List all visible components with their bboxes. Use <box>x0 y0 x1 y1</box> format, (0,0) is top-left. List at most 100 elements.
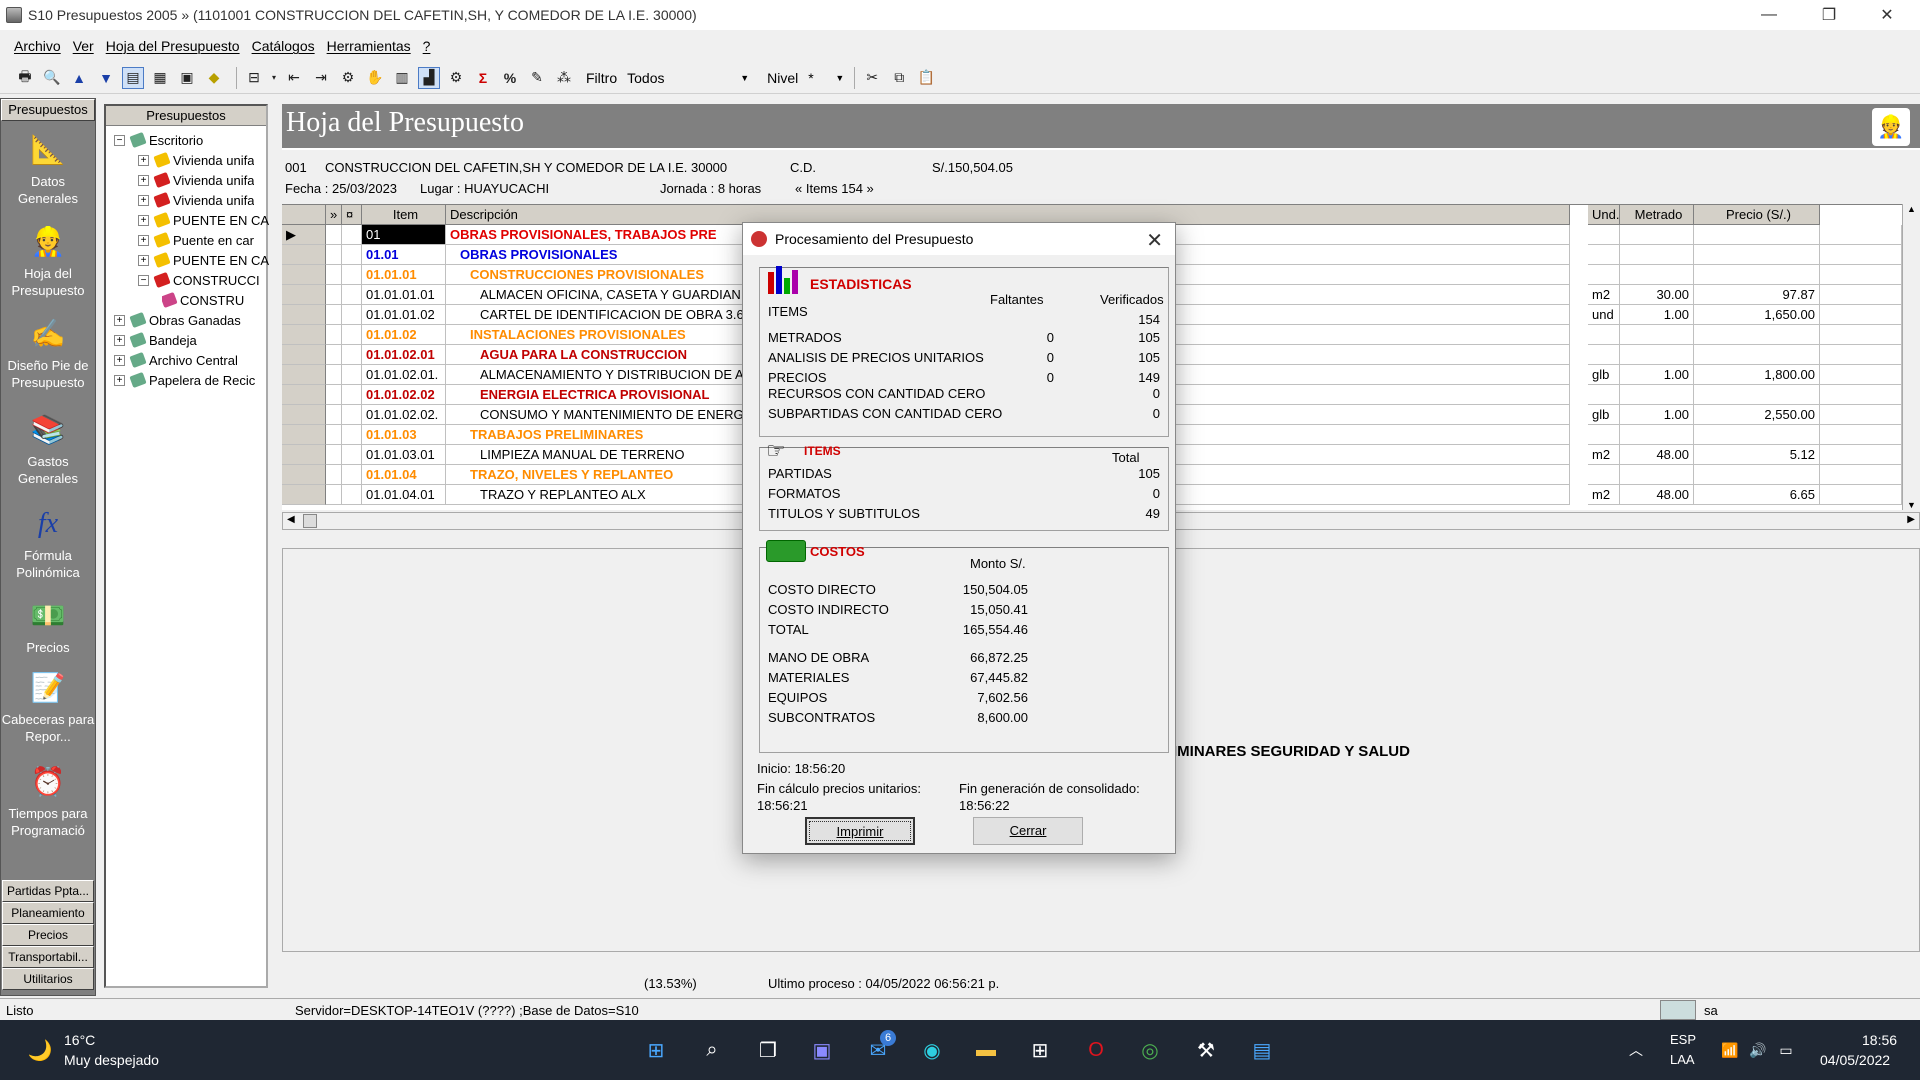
scroll-right-icon[interactable]: ▶ <box>1907 514 1915 525</box>
edge-icon[interactable]: ◉ <box>916 1034 948 1066</box>
row-und-cell[interactable] <box>1588 225 1620 245</box>
row-flag-cell[interactable] <box>342 385 362 405</box>
expand-icon[interactable]: + <box>138 234 149 246</box>
expand-icon[interactable]: + <box>114 314 125 326</box>
row-und-cell[interactable] <box>1588 325 1620 345</box>
row-precio-cell[interactable]: 97.87 <box>1694 285 1820 305</box>
tree-item[interactable]: − Escritorio <box>114 130 203 150</box>
row-item-cell[interactable]: 01.01.01.01 <box>362 285 446 305</box>
row-extra-cell[interactable] <box>1820 425 1902 445</box>
chevron-up-icon[interactable]: ︿ <box>1620 1034 1652 1066</box>
row-precio-cell[interactable] <box>1694 225 1820 245</box>
print-icon[interactable]: 🖶 <box>14 67 36 89</box>
row-extra-cell[interactable] <box>1820 485 1902 505</box>
row-extra-cell[interactable] <box>1820 405 1902 425</box>
row-precio-cell[interactable] <box>1694 385 1820 405</box>
nav-button-precios[interactable]: Precios <box>2 924 94 946</box>
row-selector[interactable] <box>282 285 326 305</box>
expand-icon[interactable]: + <box>138 174 149 186</box>
row-metrado-cell[interactable]: 1.00 <box>1620 365 1694 385</box>
restore-button[interactable]: ❐ <box>1800 0 1858 30</box>
menu-catalogos[interactable]: Catálogos <box>252 38 315 54</box>
preview-icon[interactable]: 🔍 <box>41 67 63 89</box>
grid-header-precio[interactable]: Precio (S/.) <box>1694 205 1820 225</box>
row-metrado-cell[interactable]: 48.00 <box>1620 485 1694 505</box>
row-extra-cell[interactable] <box>1820 365 1902 385</box>
edit-grid-icon[interactable]: ✎ <box>526 67 548 89</box>
tree-item[interactable]: + Papelera de Recic <box>114 370 255 390</box>
store-icon[interactable]: ⊞ <box>1024 1034 1056 1066</box>
row-metrado-cell[interactable]: 1.00 <box>1620 405 1694 425</box>
nav-button-planeamiento[interactable]: Planeamiento <box>2 902 94 924</box>
row-expand-cell[interactable] <box>326 485 342 505</box>
grid-vertical-scrollbar[interactable]: ▲ ▼ <box>1902 204 1920 510</box>
row-item-cell[interactable]: 01.01.04 <box>362 465 446 485</box>
row-expand-cell[interactable] <box>326 225 342 245</box>
row-item-cell[interactable]: 01 <box>362 225 446 245</box>
row-flag-cell[interactable] <box>342 225 362 245</box>
nav-precios[interactable]: 💵 Precios <box>1 595 95 656</box>
row-und-cell[interactable] <box>1588 465 1620 485</box>
table-edit-icon[interactable]: ▦ <box>149 67 171 89</box>
row-selector[interactable] <box>282 465 326 485</box>
row-metrado-cell[interactable] <box>1620 225 1694 245</box>
teams-chat-icon[interactable]: ▣ <box>806 1034 838 1066</box>
nav-diseno-pie[interactable]: ✍ Diseño Pie de Presupuesto <box>1 313 95 391</box>
row-flag-cell[interactable] <box>342 345 362 365</box>
row-precio-cell[interactable] <box>1694 245 1820 265</box>
row-item-cell[interactable]: 01.01.02.02 <box>362 385 446 405</box>
scroll-up-icon[interactable]: ▲ <box>1903 204 1920 214</box>
nav-cabeceras[interactable]: 📝 Cabeceras para Repor... <box>1 667 95 745</box>
nav-datos-generales[interactable]: 📐 Datos Generales <box>1 129 95 207</box>
row-metrado-cell[interactable]: 48.00 <box>1620 445 1694 465</box>
grid-header-und[interactable]: Und. <box>1588 205 1620 225</box>
imprimir-button[interactable]: Imprimir <box>805 817 915 845</box>
leftnav-header[interactable]: Presupuestos <box>1 99 95 121</box>
row-expand-cell[interactable] <box>326 405 342 425</box>
minimize-button[interactable]: — <box>1740 0 1798 30</box>
menu-hoja-presupuesto[interactable]: Hoja del Presupuesto <box>106 38 240 54</box>
row-selector[interactable] <box>282 485 326 505</box>
row-item-cell[interactable]: 01.01.01 <box>362 265 446 285</box>
row-precio-cell[interactable]: 2,550.00 <box>1694 405 1820 425</box>
row-und-cell[interactable]: glb <box>1588 405 1620 425</box>
row-und-cell[interactable]: und <box>1588 305 1620 325</box>
arrow-down-icon[interactable]: ▼ <box>95 67 117 89</box>
chrome-icon[interactable]: ◎ <box>1134 1034 1166 1066</box>
paste-icon[interactable]: 📋 <box>915 67 937 89</box>
row-extra-cell[interactable] <box>1820 345 1902 365</box>
expand-icon[interactable]: + <box>138 154 149 166</box>
menu-archivo[interactable]: Archivo <box>14 38 61 54</box>
row-extra-cell[interactable] <box>1820 305 1902 325</box>
expand-icon[interactable]: + <box>114 354 125 366</box>
tree-item[interactable]: − CONSTRUCCI <box>138 270 260 290</box>
row-metrado-cell[interactable] <box>1620 325 1694 345</box>
tree-item[interactable]: + PUENTE EN CA <box>138 210 269 230</box>
tree-item[interactable]: + Vivienda unifa <box>138 150 254 170</box>
grid-header-item[interactable]: Item <box>362 205 446 225</box>
row-flag-cell[interactable] <box>342 465 362 485</box>
expand-icon[interactable]: + <box>114 334 125 346</box>
row-precio-cell[interactable]: 1,800.00 <box>1694 365 1820 385</box>
row-metrado-cell[interactable] <box>1620 425 1694 445</box>
nav-tiempos[interactable]: ⏰ Tiempos para Programació <box>1 761 95 839</box>
row-item-cell[interactable]: 01.01.03.01 <box>362 445 446 465</box>
row-metrado-cell[interactable] <box>1620 385 1694 405</box>
row-selector[interactable] <box>282 245 326 265</box>
row-selector[interactable] <box>282 385 326 405</box>
grid-header-flag[interactable]: ¤ <box>342 205 362 225</box>
menu-ver[interactable]: Ver <box>73 38 94 54</box>
row-flag-cell[interactable] <box>342 305 362 325</box>
cut-icon[interactable]: ✂ <box>861 67 883 89</box>
dialog-close-icon[interactable]: ✕ <box>1146 228 1163 253</box>
row-metrado-cell[interactable] <box>1620 245 1694 265</box>
tree-item[interactable]: + Puente en car <box>138 230 254 250</box>
row-expand-cell[interactable] <box>326 425 342 445</box>
row-precio-cell[interactable] <box>1694 465 1820 485</box>
indent-left-icon[interactable]: ⇤ <box>283 67 305 89</box>
row-und-cell[interactable]: glb <box>1588 365 1620 385</box>
lang-secondary[interactable]: LAA <box>1670 1052 1695 1067</box>
row-expand-cell[interactable] <box>326 385 342 405</box>
row-flag-cell[interactable] <box>342 365 362 385</box>
windows-start-icon[interactable]: ⊞ <box>640 1034 672 1066</box>
